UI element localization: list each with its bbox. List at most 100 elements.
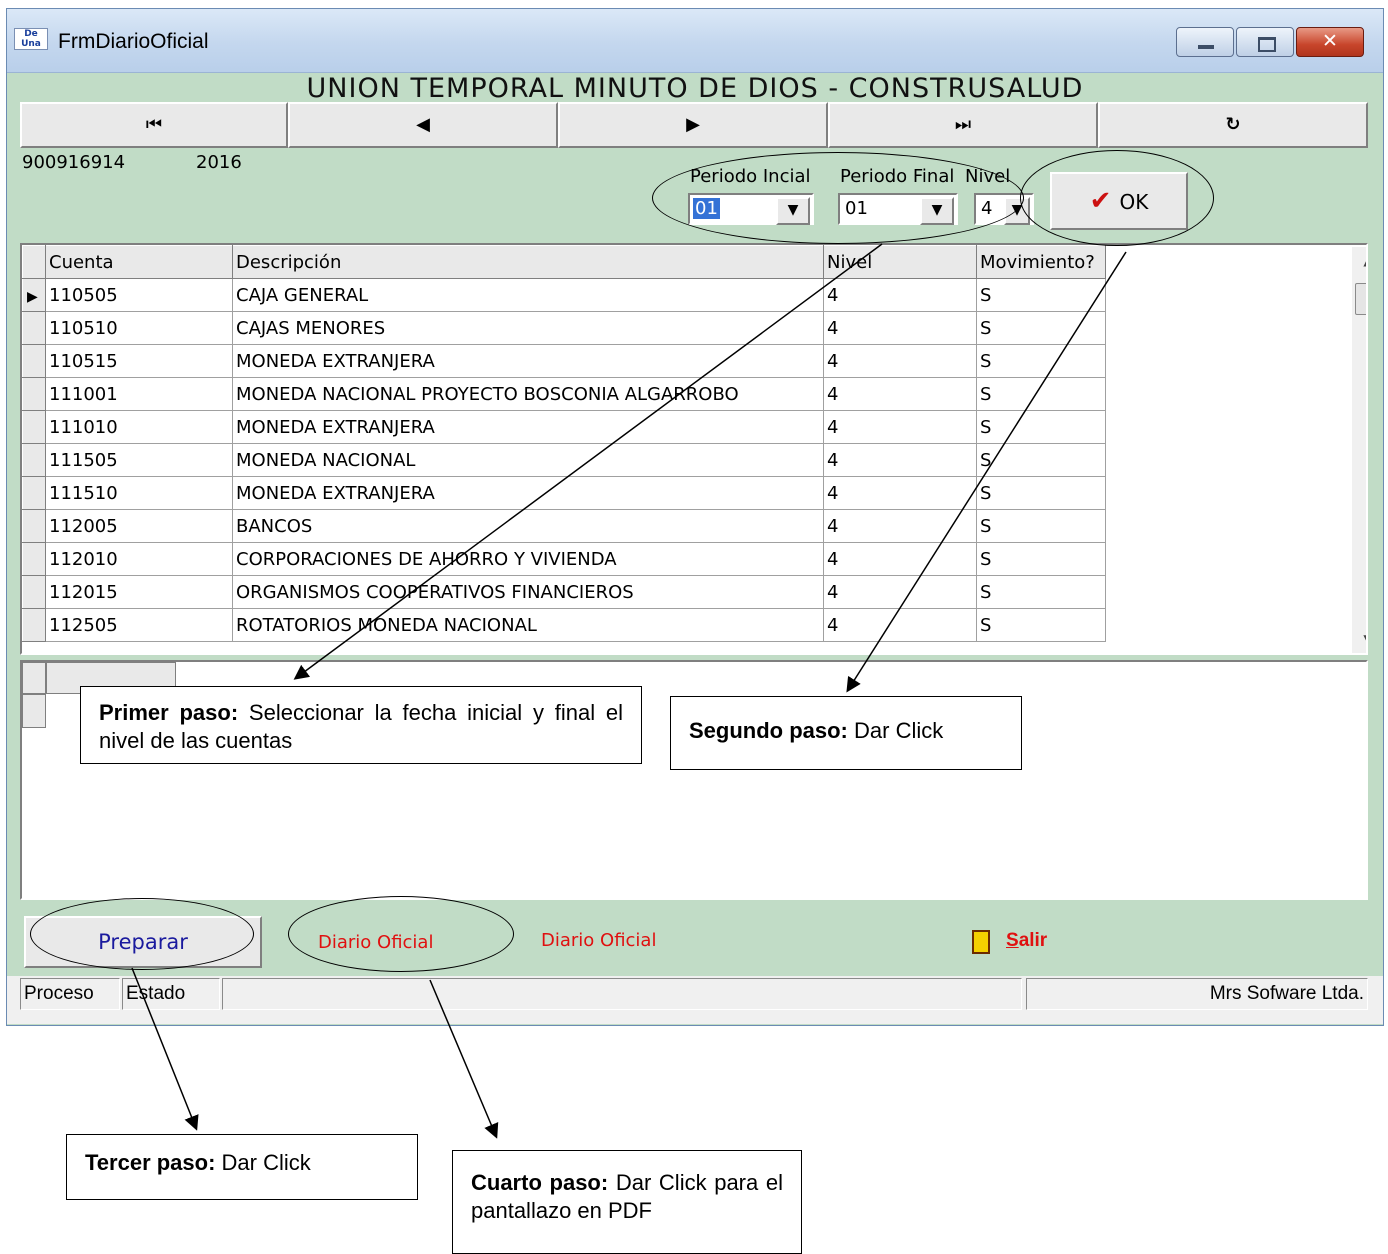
current-row-indicator-icon[interactable]: ▶ xyxy=(22,278,46,312)
nit-label: 900916914 xyxy=(22,152,126,173)
cell-descripcion[interactable]: MONEDA EXTRANJERA xyxy=(232,410,824,444)
salir-button[interactable]: Salir xyxy=(1006,930,1047,952)
annotation-ellipse-filters xyxy=(652,152,1024,244)
row-selector[interactable] xyxy=(22,509,46,543)
table-row[interactable]: 112005 BANCOS 4 S xyxy=(22,509,1106,543)
cell-descripcion[interactable]: CORPORACIONES DE AHORRO Y VIVIENDA xyxy=(232,542,824,576)
cell-cuenta[interactable]: 111010 xyxy=(45,410,233,444)
table-row[interactable]: 111001 MONEDA NACIONAL PROYECTO BOSCONIA … xyxy=(22,377,1106,411)
cell-movimiento[interactable]: S xyxy=(976,509,1106,543)
cell-descripcion[interactable]: CAJA GENERAL xyxy=(232,278,824,312)
cell-cuenta[interactable]: 112010 xyxy=(45,542,233,576)
table-row[interactable]: 111505 MONEDA NACIONAL 4 S xyxy=(22,443,1106,477)
column-header-cuenta[interactable]: Cuenta xyxy=(45,245,233,279)
row-selector[interactable] xyxy=(22,608,46,642)
cell-movimiento[interactable]: S xyxy=(976,476,1106,510)
scroll-up-icon[interactable]: ▲ xyxy=(1352,247,1366,275)
nav-refresh-button[interactable]: ↻ xyxy=(1098,102,1368,148)
cell-movimiento[interactable]: S xyxy=(976,608,1106,642)
diario-oficial-link-2[interactable]: Diario Oficial xyxy=(541,930,656,951)
maximize-button[interactable] xyxy=(1236,27,1294,57)
callout-step1: Primer paso: Seleccionar la fecha inicia… xyxy=(80,686,642,764)
status-proceso: Proceso xyxy=(20,978,120,1010)
cell-movimiento[interactable]: S xyxy=(976,278,1106,312)
callout-step2-title: Segundo paso: xyxy=(689,718,848,743)
nav-next-button[interactable]: ▶ xyxy=(558,102,828,148)
cell-movimiento[interactable]: S xyxy=(976,344,1106,378)
status-estado: Estado xyxy=(122,978,220,1010)
scroll-thumb[interactable] xyxy=(1355,283,1366,315)
row-selector[interactable] xyxy=(22,344,46,378)
row-selector[interactable] xyxy=(22,476,46,510)
cell-nivel[interactable]: 4 xyxy=(823,476,977,510)
cell-descripcion[interactable]: BANCOS xyxy=(232,509,824,543)
column-header-descripcion[interactable]: Descripción xyxy=(232,245,824,279)
row-selector[interactable] xyxy=(22,410,46,444)
salir-label: alir xyxy=(1018,930,1048,951)
cell-cuenta[interactable]: 111505 xyxy=(45,443,233,477)
cell-cuenta[interactable]: 111510 xyxy=(45,476,233,510)
table-row[interactable]: 111510 MONEDA EXTRANJERA 4 S xyxy=(22,476,1106,510)
cell-nivel[interactable]: 4 xyxy=(823,443,977,477)
cell-movimiento[interactable]: S xyxy=(976,311,1106,345)
cell-cuenta[interactable]: 110505 xyxy=(45,278,233,312)
cell-nivel[interactable]: 4 xyxy=(823,278,977,312)
table-row[interactable]: 112015 ORGANISMOS COOPERATIVOS FINANCIERO… xyxy=(22,575,1106,609)
cell-nivel[interactable]: 4 xyxy=(823,377,977,411)
nav-last-button[interactable]: ⏭ xyxy=(828,102,1098,148)
cell-cuenta[interactable]: 112505 xyxy=(45,608,233,642)
column-header-movimiento[interactable]: Movimiento? xyxy=(976,245,1106,279)
nav-prev-button[interactable]: ◀ xyxy=(288,102,558,148)
cell-movimiento[interactable]: S xyxy=(976,443,1106,477)
cell-nivel[interactable]: 4 xyxy=(823,542,977,576)
row-selector[interactable] xyxy=(22,542,46,576)
cell-nivel[interactable]: 4 xyxy=(823,410,977,444)
vertical-scrollbar[interactable]: ▲ ▼ xyxy=(1352,247,1366,653)
cell-cuenta[interactable]: 112015 xyxy=(45,575,233,609)
table-row[interactable]: 110510 CAJAS MENORES 4 S xyxy=(22,311,1106,345)
cell-nivel[interactable]: 4 xyxy=(823,509,977,543)
cell-nivel[interactable]: 4 xyxy=(823,608,977,642)
cell-cuenta[interactable]: 112005 xyxy=(45,509,233,543)
cell-descripcion[interactable]: MONEDA NACIONAL PROYECTO BOSCONIA ALGARR… xyxy=(232,377,824,411)
table-row[interactable]: 110515 MONEDA EXTRANJERA 4 S xyxy=(22,344,1106,378)
accounts-grid[interactable]: Cuenta Descripción Nivel Movimiento? ▶ 11… xyxy=(20,243,1368,655)
cell-nivel[interactable]: 4 xyxy=(823,311,977,345)
table-row[interactable]: 111010 MONEDA EXTRANJERA 4 S xyxy=(22,410,1106,444)
status-message xyxy=(222,978,1022,1010)
cell-descripcion[interactable]: MONEDA EXTRANJERA xyxy=(232,344,824,378)
row-selector[interactable] xyxy=(22,575,46,609)
cell-cuenta[interactable]: 111001 xyxy=(45,377,233,411)
cell-cuenta[interactable]: 110515 xyxy=(45,344,233,378)
cell-movimiento[interactable]: S xyxy=(976,377,1106,411)
exit-door-icon[interactable] xyxy=(972,930,990,954)
table-row[interactable]: ▶ 110505 CAJA GENERAL 4 S xyxy=(22,278,1106,312)
cell-descripcion[interactable]: CAJAS MENORES xyxy=(232,311,824,345)
row-selector[interactable] xyxy=(22,377,46,411)
cell-movimiento[interactable]: S xyxy=(976,542,1106,576)
close-button[interactable]: ✕ xyxy=(1296,27,1364,57)
cell-movimiento[interactable]: S xyxy=(976,410,1106,444)
callout-step3-text: Dar Click xyxy=(215,1150,311,1175)
cell-movimiento[interactable]: S xyxy=(976,575,1106,609)
previous-record-icon: ◀ xyxy=(416,114,430,135)
callout-step3-title: Tercer paso: xyxy=(85,1150,216,1175)
table-header-row: Cuenta Descripción Nivel Movimiento? xyxy=(22,245,1106,279)
cell-nivel[interactable]: 4 xyxy=(823,575,977,609)
last-record-icon: ⏭ xyxy=(954,114,972,135)
table-row[interactable]: 112505 ROTATORIOS MONEDA NACIONAL 4 S xyxy=(22,608,1106,642)
column-header-nivel[interactable]: Nivel xyxy=(823,245,977,279)
cell-descripcion[interactable]: ORGANISMOS COOPERATIVOS FINANCIEROS xyxy=(232,575,824,609)
row-selector[interactable] xyxy=(22,311,46,345)
row-selector[interactable] xyxy=(22,443,46,477)
cell-cuenta[interactable]: 110510 xyxy=(45,311,233,345)
year-label: 2016 xyxy=(196,152,242,173)
nav-first-button[interactable]: ⏮ xyxy=(20,102,288,148)
cell-descripcion[interactable]: ROTATORIOS MONEDA NACIONAL xyxy=(232,608,824,642)
cell-descripcion[interactable]: MONEDA EXTRANJERA xyxy=(232,476,824,510)
cell-descripcion[interactable]: MONEDA NACIONAL xyxy=(232,443,824,477)
minimize-button[interactable] xyxy=(1176,27,1234,57)
cell-nivel[interactable]: 4 xyxy=(823,344,977,378)
table-row[interactable]: 112010 CORPORACIONES DE AHORRO Y VIVIENDA… xyxy=(22,542,1106,576)
scroll-down-icon[interactable]: ▼ xyxy=(1352,625,1366,653)
